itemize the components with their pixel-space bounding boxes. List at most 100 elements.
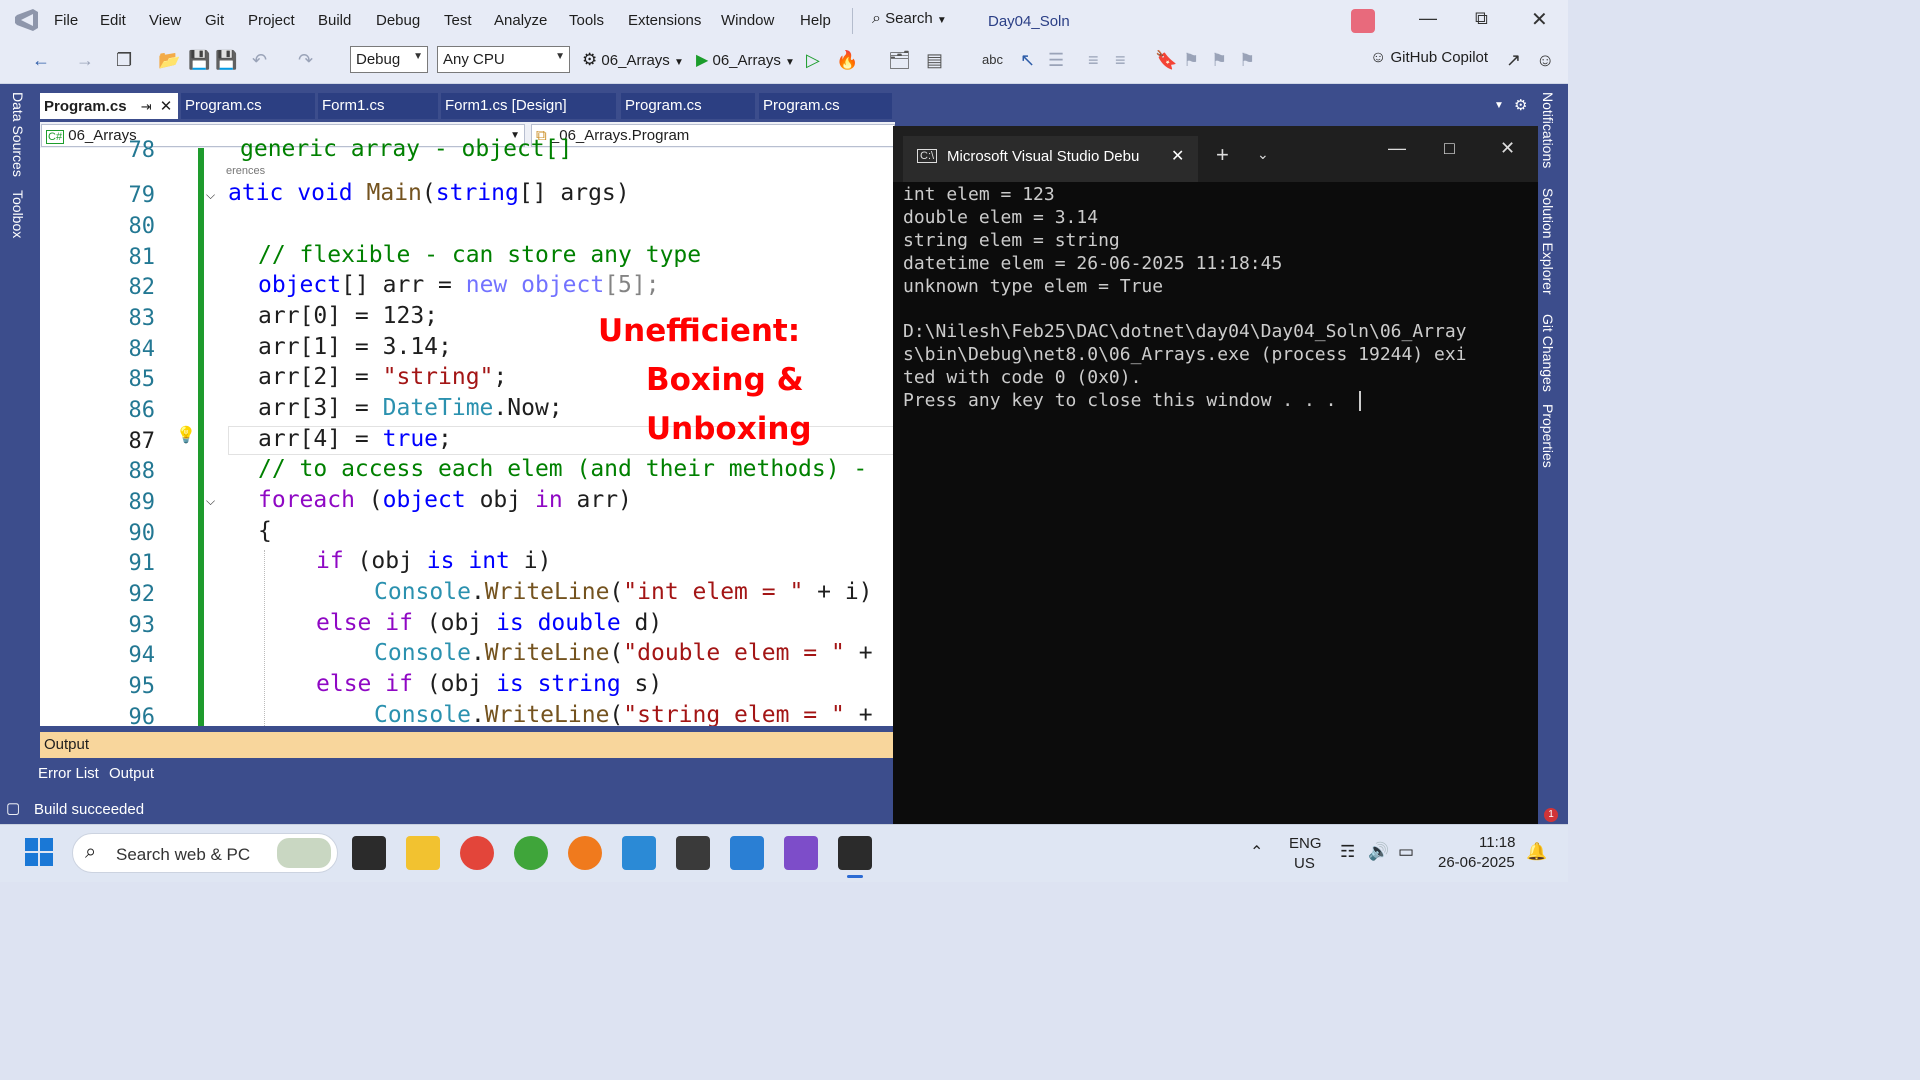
- language-line-2[interactable]: US: [1294, 855, 1315, 872]
- tray-overflow-icon[interactable]: ⌃: [1250, 842, 1263, 862]
- next-bookmark-icon[interactable]: ⚑: [1211, 50, 1227, 70]
- save-all-icon[interactable]: 💾: [215, 50, 237, 70]
- side-tab-solution-explorer[interactable]: Solution Explorer: [1540, 188, 1556, 295]
- task-view-icon[interactable]: [352, 836, 386, 870]
- platform-select[interactable]: Any CPU ▼: [437, 46, 570, 73]
- new-tab-icon[interactable]: +: [1216, 142, 1229, 168]
- lightbulb-icon[interactable]: 💡: [176, 425, 196, 445]
- chevron-down-icon[interactable]: ⌄: [1257, 146, 1269, 163]
- account-avatar[interactable]: [1351, 9, 1375, 33]
- comment-icon[interactable]: ≡: [1088, 50, 1099, 70]
- menu-build[interactable]: Build: [318, 12, 351, 29]
- terminal-icon[interactable]: [838, 836, 872, 870]
- side-tab-git-changes[interactable]: Git Changes: [1540, 314, 1556, 392]
- menu-file[interactable]: File: [54, 12, 78, 29]
- redo-icon[interactable]: ↷: [298, 50, 313, 70]
- tab-form1-design[interactable]: Form1.cs [Design]: [441, 93, 616, 119]
- search-box[interactable]: ⌕ Search ▼: [872, 10, 947, 28]
- menu-debug[interactable]: Debug: [376, 12, 420, 29]
- visual-studio-icon[interactable]: [784, 836, 818, 870]
- battery-icon[interactable]: ▭: [1398, 842, 1414, 862]
- tab-error-list[interactable]: Error List: [38, 765, 99, 782]
- menu-help[interactable]: Help: [800, 12, 831, 29]
- menu-analyze[interactable]: Analyze: [494, 12, 547, 29]
- console-close-icon[interactable]: ✕: [1500, 138, 1515, 159]
- console-maximize-icon[interactable]: □: [1444, 138, 1455, 159]
- solution-explorer-icon[interactable]: 🗂: [888, 50, 911, 70]
- close-tab-icon[interactable]: ✕: [1171, 146, 1184, 166]
- feedback-icon[interactable]: ☺: [1536, 50, 1554, 70]
- volume-icon[interactable]: 🔊: [1368, 842, 1389, 862]
- configuration-select[interactable]: Debug ▼: [350, 46, 428, 73]
- console-minimize-icon[interactable]: ―: [1388, 138, 1406, 159]
- screen-recorder-icon[interactable]: [676, 836, 710, 870]
- cursor-icon[interactable]: ↖: [1020, 50, 1035, 70]
- back-icon[interactable]: ←: [32, 50, 50, 70]
- tab-overflow-icon[interactable]: ▼: [1494, 100, 1504, 111]
- minimize-icon[interactable]: ―: [1419, 8, 1437, 29]
- tab-form1-cs[interactable]: Form1.cs: [318, 93, 438, 119]
- menu-edit[interactable]: Edit: [100, 12, 126, 29]
- side-tab-toolbox[interactable]: Toolbox: [10, 190, 26, 238]
- hot-reload-icon[interactable]: 🔥: [836, 50, 858, 70]
- collapse-chevron-icon[interactable]: ⌵: [206, 188, 215, 203]
- taskbar-search-box[interactable]: ⌕ Search web & PC: [72, 833, 338, 873]
- layout-icon[interactable]: ▤: [926, 50, 943, 70]
- forward-icon[interactable]: →: [76, 50, 94, 70]
- notification-badge[interactable]: 1: [1544, 808, 1558, 822]
- vscode-icon[interactable]: [730, 836, 764, 870]
- console-tab[interactable]: C:\ Microsoft Visual Studio Debu ✕: [903, 136, 1198, 182]
- notification-center-icon[interactable]: 🔔: [1526, 842, 1547, 862]
- side-tab-data-sources[interactable]: Data Sources: [10, 92, 26, 177]
- output-panel-header[interactable]: Output: [40, 732, 895, 758]
- codelens-references[interactable]: erences: [226, 165, 265, 177]
- clear-bookmarks-icon[interactable]: ⚑: [1239, 50, 1255, 70]
- code-token: atic: [228, 180, 298, 206]
- format-icon[interactable]: ☰: [1048, 50, 1064, 70]
- undo-icon[interactable]: ↶: [252, 50, 267, 70]
- startup-project-select[interactable]: ⚙ 06_Arrays ▼: [582, 50, 684, 70]
- snipping-tool-icon[interactable]: [622, 836, 656, 870]
- save-icon[interactable]: 💾: [188, 50, 210, 70]
- tab-program-cs-3[interactable]: Program.cs: [759, 93, 892, 119]
- tab-program-cs[interactable]: Program.cs: [181, 93, 315, 119]
- menu-test[interactable]: Test: [444, 12, 472, 29]
- menu-project[interactable]: Project: [248, 12, 295, 29]
- menu-extensions[interactable]: Extensions: [628, 12, 701, 29]
- open-folder-icon[interactable]: 📂: [158, 50, 180, 70]
- menu-git[interactable]: Git: [205, 12, 224, 29]
- share-icon[interactable]: ↗: [1506, 50, 1521, 70]
- new-project-icon[interactable]: ❐: [116, 50, 132, 70]
- spell-check-icon[interactable]: abc: [982, 50, 1003, 70]
- collapse-chevron-icon[interactable]: ⌵: [206, 494, 215, 509]
- tab-program-cs-2[interactable]: Program.cs: [621, 93, 755, 119]
- uncomment-icon[interactable]: ≡: [1115, 50, 1126, 70]
- pin-icon[interactable]: ⇥: [141, 99, 152, 114]
- prev-bookmark-icon[interactable]: ⚑: [1183, 50, 1199, 70]
- start-without-debugging-icon[interactable]: ▷: [806, 50, 820, 70]
- spring-tool-icon[interactable]: [514, 836, 548, 870]
- clock-date[interactable]: 26-06-2025: [1438, 854, 1515, 871]
- close-icon[interactable]: ✕: [1531, 7, 1548, 32]
- tab-output[interactable]: Output: [109, 765, 154, 782]
- settings-gear-icon[interactable]: ⚙: [1514, 96, 1527, 114]
- chrome-icon[interactable]: [460, 836, 494, 870]
- github-copilot-button[interactable]: ☺ GitHub Copilot: [1370, 49, 1488, 67]
- bookmark-icon[interactable]: 🔖: [1155, 50, 1177, 70]
- file-explorer-icon[interactable]: [406, 836, 440, 870]
- side-tab-properties[interactable]: Properties: [1540, 404, 1556, 468]
- side-tab-notifications[interactable]: Notifications: [1540, 92, 1556, 168]
- start-debugging-button[interactable]: ▶ 06_Arrays ▼: [696, 50, 795, 70]
- menu-tools[interactable]: Tools: [569, 12, 604, 29]
- restore-icon[interactable]: ⧉: [1475, 8, 1488, 29]
- language-line-1[interactable]: ENG: [1289, 835, 1322, 852]
- wifi-icon[interactable]: ☶: [1340, 842, 1355, 862]
- menu-window[interactable]: Window: [721, 12, 774, 29]
- class-nav-select[interactable]: ⧉ _06_Arrays.Program: [531, 124, 895, 147]
- clock-time[interactable]: 11:18: [1479, 834, 1515, 851]
- close-tab-icon[interactable]: ✕: [160, 98, 173, 115]
- firefox-icon[interactable]: [568, 836, 602, 870]
- windows-start-icon[interactable]: [25, 838, 53, 866]
- tab-program-cs-active[interactable]: Program.cs ⇥ ✕: [40, 93, 178, 119]
- menu-view[interactable]: View: [149, 12, 181, 29]
